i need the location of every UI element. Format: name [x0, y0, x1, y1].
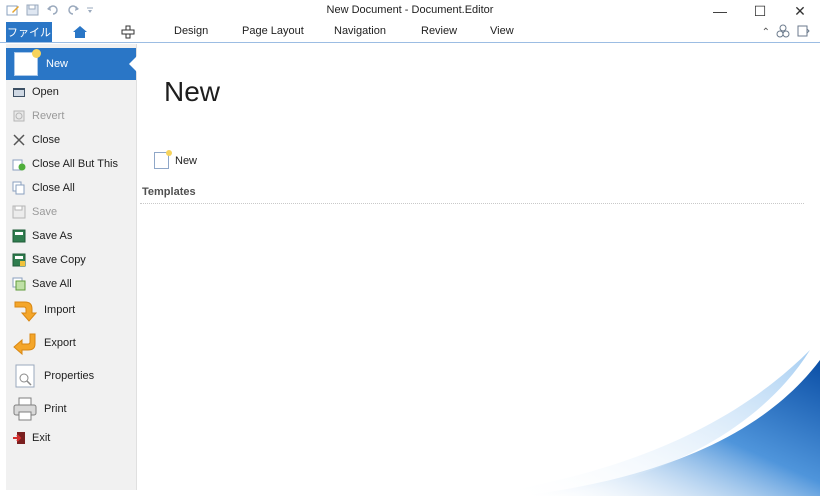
save-copy-icon [12, 253, 26, 267]
selected-pointer [129, 56, 137, 72]
title-bar: New Document - Document.Editor — ☐ ✕ [0, 0, 820, 22]
nav-item-save-label: Save [32, 206, 58, 218]
minimize-button[interactable]: — [700, 0, 740, 22]
nav-item-close-all[interactable]: Close All [12, 178, 75, 198]
save-all-icon [12, 277, 26, 291]
tab-view[interactable]: View [490, 25, 514, 37]
close-all-icon [12, 181, 26, 195]
exit-icon [12, 431, 26, 445]
nav-item-export-label: Export [44, 337, 76, 349]
close-button[interactable]: ✕ [780, 0, 820, 22]
nav-item-revert[interactable]: Revert [12, 106, 64, 126]
maximize-icon: ☐ [753, 2, 767, 19]
add-tab-icon[interactable] [120, 24, 136, 40]
nav-item-revert-label: Revert [32, 110, 65, 122]
tab-navigation[interactable]: Navigation [334, 25, 386, 37]
new-doc-small-icon [154, 150, 172, 169]
nav-item-close[interactable]: Close [12, 130, 60, 150]
backstage-nav: New Open Revert Close Close All But This… [6, 44, 137, 490]
nav-item-new-label: New [46, 58, 69, 70]
window-title: New Document - Document.Editor [326, 4, 494, 16]
home-icon[interactable] [72, 24, 88, 40]
properties-icon [12, 363, 38, 389]
tab-file[interactable]: ファイル [6, 22, 52, 42]
nav-item-exit-label: Exit [32, 432, 51, 444]
collapse-ribbon-icon[interactable]: ⌃ [762, 27, 770, 38]
nav-item-close-all-label: Close All [32, 182, 75, 194]
nav-item-close-label: Close [32, 134, 61, 146]
nav-item-import[interactable]: Import [12, 296, 75, 324]
new-document-icon [14, 49, 41, 76]
templates-heading: Templates [142, 186, 196, 198]
nav-item-save-copy-label: Save Copy [32, 254, 86, 266]
nav-item-save-all-label: Save All [32, 278, 72, 290]
nav-item-open-label: Open [32, 86, 59, 98]
close-x-icon [12, 133, 26, 147]
new-document-label: New [175, 154, 198, 167]
close-icon: ✕ [794, 2, 806, 19]
nav-item-exit[interactable]: Exit [12, 428, 50, 448]
templates-divider [140, 203, 804, 204]
minimize-icon: — [713, 3, 727, 19]
save-as-icon [12, 229, 26, 243]
network-icon[interactable] [776, 24, 790, 41]
nav-item-properties-label: Properties [44, 370, 95, 382]
nav-item-close-all-but-this[interactable]: Close All But This [12, 154, 118, 174]
nav-item-save-as-label: Save As [32, 230, 73, 242]
close-others-icon [12, 157, 26, 171]
nav-item-new[interactable]: New [6, 48, 137, 80]
nav-item-save[interactable]: Save [12, 202, 57, 222]
import-arrow-icon [12, 297, 38, 323]
tab-page-layout[interactable]: Page Layout [242, 25, 304, 37]
nav-item-save-as[interactable]: Save As [12, 226, 72, 246]
open-folder-icon [12, 85, 26, 99]
printer-icon [12, 396, 38, 422]
new-document-button[interactable]: New [154, 150, 198, 169]
nav-item-save-all[interactable]: Save All [12, 274, 72, 294]
save-icon [12, 205, 26, 219]
tab-review[interactable]: Review [421, 25, 457, 37]
help-icon[interactable] [796, 24, 810, 41]
nav-item-import-label: Import [44, 304, 76, 316]
nav-item-export[interactable]: Export [12, 329, 76, 357]
page-title: New [164, 76, 221, 107]
maximize-button[interactable]: ☐ [740, 0, 780, 22]
revert-icon [12, 109, 26, 123]
nav-item-close-all-but-this-label: Close All But This [32, 158, 119, 170]
tab-design[interactable]: Design [174, 25, 208, 37]
nav-item-open[interactable]: Open [12, 82, 59, 102]
nav-item-save-copy[interactable]: Save Copy [12, 250, 86, 270]
ribbon-tab-row: ファイル Design Page Layout Navigation Revie… [0, 22, 820, 43]
nav-item-properties[interactable]: Properties [12, 362, 94, 390]
decorative-swoosh [500, 350, 820, 496]
nav-item-print[interactable]: Print [12, 395, 67, 423]
nav-item-print-label: Print [44, 403, 67, 415]
export-arrow-icon [12, 330, 38, 356]
